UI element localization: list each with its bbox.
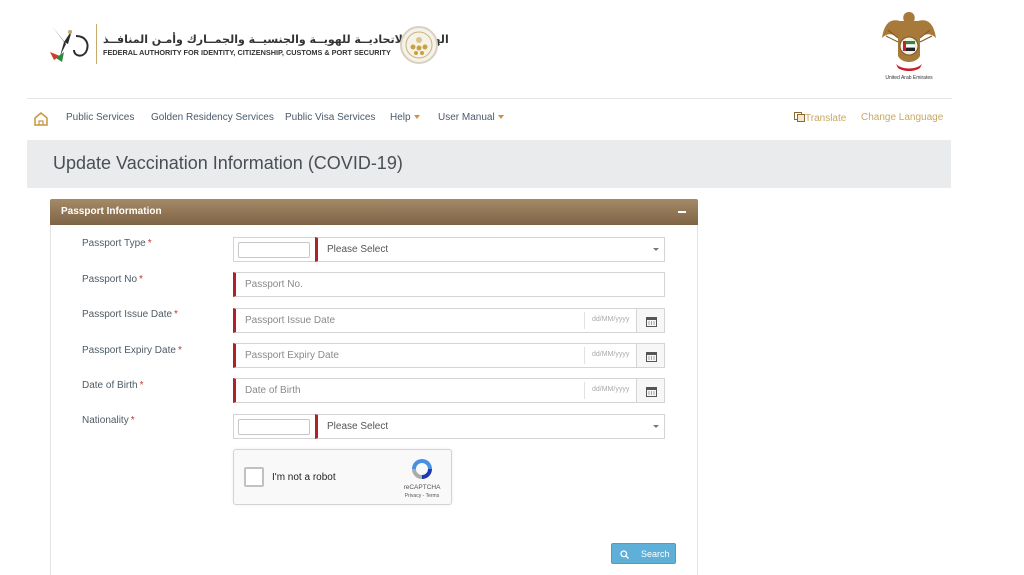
calendar-icon	[646, 352, 657, 362]
passport-type-code-box	[233, 237, 316, 262]
home-icon[interactable]	[33, 111, 49, 127]
passport-type-select[interactable]: Please Select	[315, 237, 665, 262]
date-format-hint: dd/MM/yyyy	[584, 312, 636, 329]
org-name-english: FEDERAL AUTHORITY FOR IDENTITY, CITIZENS…	[103, 48, 391, 57]
emblem-caption: United Arab Emirates	[885, 75, 933, 81]
recaptcha-label: I'm not a robot	[272, 472, 336, 483]
recaptcha-terms-link[interactable]: Terms	[426, 493, 440, 499]
change-language-link[interactable]: Change Language	[861, 112, 943, 123]
issue-date-calendar-button[interactable]	[636, 308, 665, 333]
collapse-icon[interactable]	[678, 211, 686, 213]
uae-emblem-icon	[882, 12, 936, 71]
search-button-label: Search	[641, 549, 670, 559]
translate-icon	[794, 112, 805, 122]
nationality-label: Nationality *	[82, 415, 135, 426]
falcon-logo-icon	[50, 26, 89, 62]
nationality-selected-value: Please Select	[327, 421, 389, 432]
passport-type-code-input[interactable]	[238, 242, 310, 258]
main-nav: Public Services Golden Residency Service…	[27, 98, 952, 138]
recaptcha-checkbox[interactable]	[244, 467, 264, 487]
logo-divider	[96, 24, 97, 64]
chevron-down-icon	[413, 115, 420, 119]
authority-seal-icon	[400, 26, 438, 64]
site-header: الهيئــة الاتحاديــة للهويــة والجنسيــة…	[0, 0, 1024, 98]
passport-information-panel-header: Passport Information	[50, 199, 698, 225]
nationality-code-input[interactable]	[238, 419, 310, 435]
passport-type-label: Passport Type *	[82, 238, 152, 249]
dob-calendar-button[interactable]	[636, 378, 665, 403]
passport-expiry-date-label: Passport Expiry Date *	[82, 345, 182, 356]
passport-issue-date-input[interactable]	[233, 308, 637, 333]
recaptcha-links: Privacy - Terms	[394, 493, 450, 499]
nav-user-manual-dropdown[interactable]: User Manual	[438, 112, 504, 123]
page-title: Update Vaccination Information (COVID-19…	[53, 153, 403, 173]
search-icon	[620, 550, 629, 559]
date-format-hint: dd/MM/yyyy	[584, 347, 636, 364]
calendar-icon	[646, 317, 657, 327]
recaptcha-privacy-link[interactable]: Privacy	[405, 493, 421, 499]
passport-type-selected-value: Please Select	[327, 244, 389, 255]
passport-no-input[interactable]	[233, 272, 665, 297]
nav-public-services[interactable]: Public Services	[66, 112, 134, 123]
calendar-icon	[646, 387, 657, 397]
chevron-down-icon	[497, 115, 504, 119]
recaptcha-widget: I'm not a robot reCAPTCHA Privacy - Term…	[233, 449, 452, 505]
recaptcha-separator: -	[422, 493, 425, 499]
chevron-down-icon	[653, 248, 659, 251]
passport-no-label: Passport No *	[82, 274, 143, 285]
date-format-hint: dd/MM/yyyy	[584, 382, 636, 399]
passport-expiry-date-input[interactable]	[233, 343, 637, 368]
chevron-down-icon	[653, 425, 659, 428]
org-name-arabic: الهيئــة الاتحاديــة للهويــة والجنسيــة…	[103, 33, 449, 46]
nav-public-visa-services[interactable]: Public Visa Services	[285, 112, 375, 123]
date-of-birth-input[interactable]	[233, 378, 637, 403]
nav-golden-residency-services[interactable]: Golden Residency Services	[151, 112, 274, 123]
page-title-band: Update Vaccination Information (COVID-19…	[27, 140, 951, 188]
nationality-code-box	[233, 414, 316, 439]
recaptcha-brand: reCAPTCHA	[403, 484, 441, 491]
nav-help-dropdown[interactable]: Help	[390, 112, 420, 123]
search-button[interactable]: Search	[611, 543, 676, 564]
translate-link[interactable]: Translate	[794, 112, 846, 124]
date-of-birth-label: Date of Birth *	[82, 380, 144, 391]
panel-title: Passport Information	[61, 206, 162, 217]
expiry-date-calendar-button[interactable]	[636, 343, 665, 368]
passport-issue-date-label: Passport Issue Date *	[82, 309, 178, 320]
recaptcha-logo-icon	[412, 459, 432, 479]
nationality-select[interactable]: Please Select	[315, 414, 665, 439]
